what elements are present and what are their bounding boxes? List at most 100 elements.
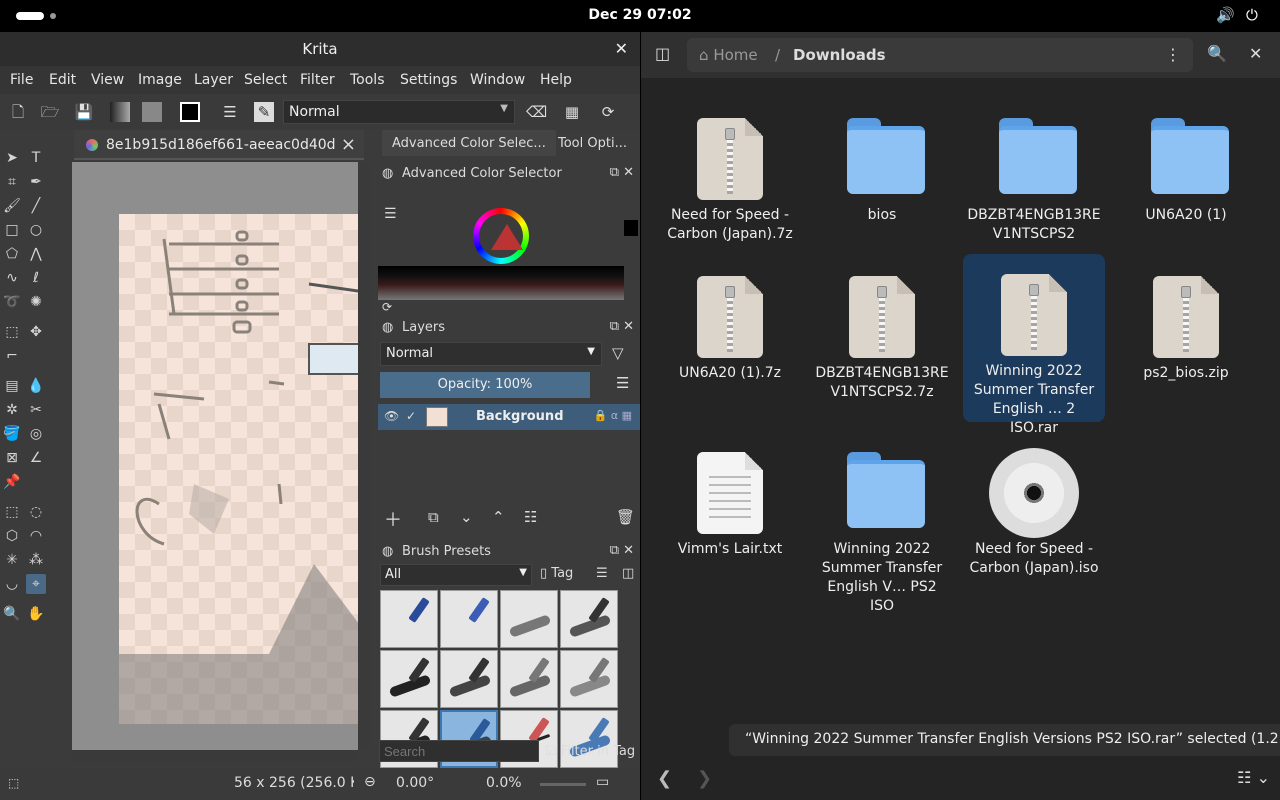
menu-layer[interactable]: Layer — [194, 72, 233, 88]
tag-button[interactable]: ▯ Tag — [540, 566, 573, 581]
crop-tool-icon[interactable]: ⌐ — [2, 346, 22, 366]
current-color-swatch[interactable] — [624, 220, 638, 236]
float-close-icons[interactable]: ⧉ ✕ — [610, 543, 634, 558]
save-icon[interactable]: 💾 — [74, 102, 94, 122]
file-item-selected[interactable]: Winning 2022 Summer Transfer English … 2… — [963, 254, 1105, 436]
brush-filter-select[interactable]: All ▼ — [380, 564, 532, 586]
float-close-icons[interactable]: ⧉ ✕ — [610, 319, 634, 334]
rect-select-icon[interactable]: ⬚ — [2, 502, 22, 522]
gradient-icon[interactable] — [110, 102, 130, 122]
zoom-tool-icon[interactable]: 🔍 — [2, 604, 22, 624]
new-document-icon[interactable]: 🗋 — [8, 102, 28, 122]
add-layer-icon[interactable]: ＋ — [384, 506, 402, 532]
eraser-icon[interactable]: ⌫ — [526, 102, 547, 122]
brush-preset-colored-pencil[interactable] — [560, 710, 618, 768]
alpha-lock-icon[interactable]: ▦ — [562, 102, 582, 122]
opacity-slider[interactable]: Opacity: 100% — [380, 372, 590, 398]
layer-blend-mode-select[interactable]: Normal ▼ — [380, 342, 602, 366]
filter-icon[interactable]: ▽ — [612, 344, 624, 362]
pan-tool-icon[interactable]: ✋ — [26, 604, 46, 624]
settings-list-icon[interactable]: ☰ — [384, 206, 397, 222]
menu-edit[interactable]: Edit — [49, 72, 76, 88]
menu-select[interactable]: Select — [244, 72, 287, 88]
horizontal-scrollbar[interactable] — [72, 750, 358, 762]
move-tool-icon[interactable]: ✥ — [26, 322, 46, 342]
sidebar-toggle-icon[interactable]: ◫ — [655, 44, 670, 63]
fill-tool-icon[interactable]: 🪣 — [2, 424, 22, 444]
duplicate-layer-icon[interactable]: ⧉ — [428, 508, 439, 526]
path-bar[interactable]: ⌂ Home / Downloads ⋮ — [687, 38, 1193, 72]
brush-preset-blender[interactable] — [440, 590, 498, 648]
magnetic-select-icon[interactable]: ⌖ — [26, 574, 46, 594]
blend-mode-select[interactable]: Normal ▼ — [283, 100, 515, 124]
move-down-icon[interactable]: ⌄ — [460, 508, 473, 526]
reference-tool-icon[interactable]: 📌 — [2, 472, 22, 492]
vertical-scrollbar[interactable] — [358, 162, 370, 750]
lock-icon[interactable]: ◍ — [382, 320, 393, 335]
measure-tool-icon[interactable]: ∠ — [26, 448, 46, 468]
polygon-select-icon[interactable]: ⬡ — [2, 526, 22, 546]
breadcrumb-home[interactable]: ⌂ Home — [699, 46, 758, 64]
bezier-tool-icon[interactable]: ∿ — [2, 268, 22, 288]
menu-window[interactable]: Window — [470, 72, 525, 88]
ellipse-select-icon[interactable]: ◌ — [26, 502, 46, 522]
freehand-select-icon[interactable]: ◠ — [26, 526, 46, 546]
speaker-icon[interactable]: 🔊 — [1216, 6, 1235, 24]
selection-mode-icon[interactable]: ⬚ — [8, 776, 19, 790]
folder-item[interactable]: Winning 2022 Summer Transfer English V… … — [811, 432, 953, 614]
brush-search-input[interactable] — [379, 740, 539, 762]
menu-view[interactable]: View — [91, 72, 124, 88]
kebab-menu-icon[interactable]: ⋮ — [1165, 45, 1181, 64]
shade-selector[interactable] — [378, 266, 624, 300]
color-triangle[interactable] — [491, 224, 523, 250]
lock-alpha-icons[interactable]: 🔒 α ▦ — [594, 409, 632, 422]
close-icon[interactable]: ✕ — [1249, 44, 1262, 63]
move-up-icon[interactable]: ⌃ — [492, 508, 505, 526]
document-tab[interactable]: 8e1b915d186ef661-aeeac0d40d... × — [74, 130, 364, 160]
close-icon[interactable]: × — [341, 134, 356, 155]
edit-shapes-icon[interactable]: ⌗ — [2, 172, 22, 192]
pattern-icon[interactable] — [142, 102, 162, 122]
menu-file[interactable]: File — [10, 72, 33, 88]
file-item[interactable]: DBZBT4ENGB13REV1NTSCPS2.7z — [811, 256, 953, 424]
file-item[interactable]: Need for Speed - Carbon (Japan).7z — [659, 98, 801, 266]
text-tool-icon[interactable]: T — [26, 148, 46, 168]
menu-icon[interactable]: ☰ — [616, 374, 629, 392]
view-mode-icon[interactable]: ☰ — [596, 566, 608, 581]
view-options-icon[interactable]: ☷ ⌄ — [1237, 768, 1270, 787]
search-icon[interactable]: 🔍 — [1207, 44, 1227, 63]
menu-help[interactable]: Help — [540, 72, 572, 88]
file-item[interactable]: Vimm's Lair.txt — [659, 432, 801, 600]
zoom-slider[interactable] — [540, 783, 586, 786]
menu-settings[interactable]: Settings — [400, 72, 457, 88]
folder-item[interactable]: bios — [811, 98, 953, 266]
freehand-path-icon[interactable]: ℓ — [26, 268, 46, 288]
menu-filter[interactable]: Filter — [300, 72, 335, 88]
filter-in-tag-checkbox[interactable]: ☑ Filter in Tag — [545, 744, 635, 759]
dynamic-brush-icon[interactable]: ➰ — [2, 292, 22, 312]
color-wheel[interactable] — [473, 208, 529, 264]
assistant-tool-icon[interactable]: ⊠ — [2, 448, 22, 468]
rectangle-tool-icon[interactable]: □ — [2, 220, 22, 240]
file-item[interactable]: UN6A20 (1).7z — [659, 256, 801, 424]
zoom-value[interactable]: 0.0% — [486, 775, 522, 791]
brush-preset-marker[interactable] — [380, 650, 438, 708]
advanced-color-selector[interactable]: ☰ ⟳ — [378, 196, 640, 316]
bezier-select-icon[interactable]: ◡ — [2, 574, 22, 594]
menu-tools[interactable]: Tools — [350, 72, 385, 88]
polyline-tool-icon[interactable]: ⋀ — [26, 244, 46, 264]
reload-icon[interactable]: ⟳ — [598, 102, 618, 122]
layer-row[interactable]: 👁 ✓ Background 🔒 α ▦ — [378, 404, 640, 430]
brush-preset-icon[interactable]: ✎ — [254, 102, 274, 122]
polygon-tool-icon[interactable]: ⬠ — [2, 244, 22, 264]
power-icon[interactable]: ⏻ — [1246, 6, 1258, 24]
color-picker-icon[interactable]: 💧 — [26, 376, 46, 396]
smart-patch-icon[interactable]: ✲ — [2, 400, 22, 420]
open-folder-icon[interactable]: 🗁 — [40, 102, 60, 122]
brush-preset-ink-pen[interactable] — [560, 590, 618, 648]
folder-item[interactable]: UN6A20 (1) — [1115, 98, 1257, 266]
clock[interactable]: Dec 29 07:02 — [0, 7, 1280, 23]
visibility-eye-icon[interactable]: 👁 — [384, 409, 399, 423]
color-swatch-icon[interactable] — [180, 102, 200, 122]
rotate-icon[interactable]: ⊖ — [364, 774, 376, 790]
